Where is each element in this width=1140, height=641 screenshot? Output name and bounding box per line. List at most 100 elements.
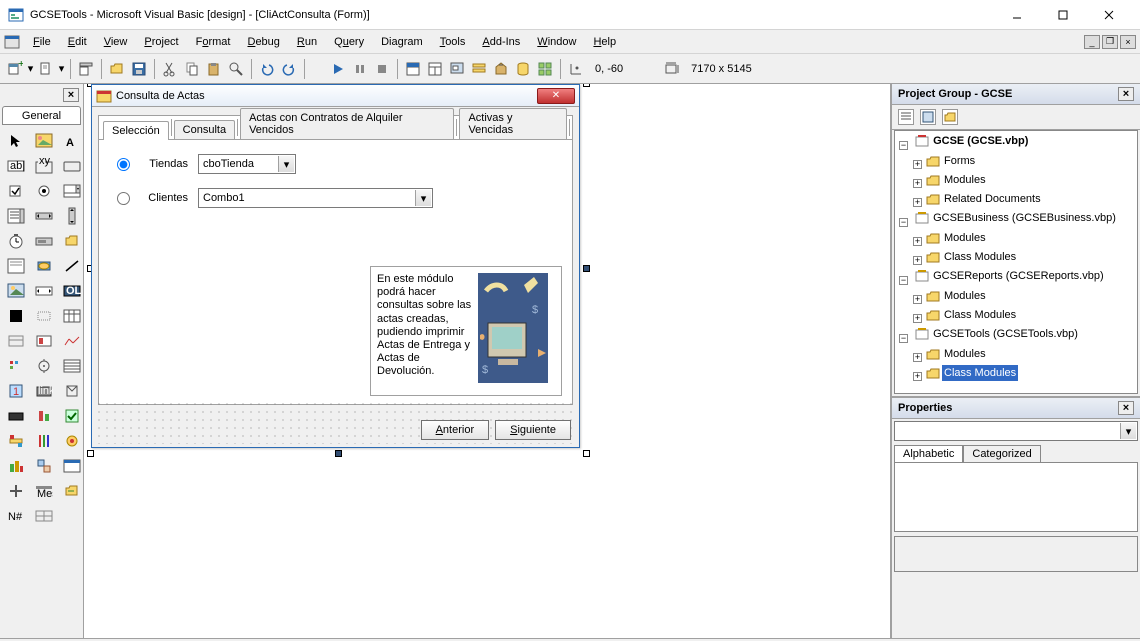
tab-alphabetic[interactable]: Alphabetic: [894, 445, 963, 462]
project-tree[interactable]: − GCSE (GCSE.vbp) +Forms +Modules +Relat…: [894, 130, 1138, 394]
form-designer[interactable]: Consulta de Actas ✕ Selección Consulta A…: [84, 84, 890, 638]
add-project-dropdown[interactable]: ▾: [26, 58, 35, 80]
frame-tool[interactable]: xy: [31, 154, 56, 177]
menu-window[interactable]: Window: [529, 34, 584, 50]
project-node-gcsetools[interactable]: GCSETools (GCSETools.vbp): [913, 326, 1082, 342]
shape-tool[interactable]: [31, 254, 56, 277]
menu-tools[interactable]: Tools: [432, 34, 474, 50]
dirlistbox-tool[interactable]: [59, 229, 84, 252]
view-object-button[interactable]: [920, 109, 936, 125]
data-tool[interactable]: [31, 279, 56, 302]
custom-tool-24[interactable]: [59, 479, 84, 502]
chevron-down-icon[interactable]: ▾: [1120, 423, 1136, 439]
tree-toggle[interactable]: +: [913, 179, 922, 188]
minimize-button[interactable]: [994, 0, 1040, 30]
cut-button[interactable]: [159, 58, 181, 80]
find-button[interactable]: [225, 58, 247, 80]
combobox-tool[interactable]: [59, 179, 84, 202]
custom-tool-8[interactable]: [31, 354, 56, 377]
image-tool[interactable]: [3, 279, 28, 302]
tree-toggle[interactable]: +: [913, 353, 922, 362]
properties-grid[interactable]: [894, 462, 1138, 532]
folder-modules[interactable]: Modules: [924, 346, 990, 362]
custom-tool-22[interactable]: [3, 479, 28, 502]
save-button[interactable]: [128, 58, 150, 80]
properties-object-selector[interactable]: ▾: [894, 421, 1138, 441]
custom-tool-25[interactable]: N#: [3, 504, 28, 527]
tab-consulta[interactable]: Consulta: [174, 120, 235, 139]
ole-tool[interactable]: OLE: [59, 279, 84, 302]
custom-tool-19[interactable]: [3, 454, 28, 477]
tree-toggle[interactable]: −: [899, 218, 908, 227]
mdi-close[interactable]: ×: [1120, 35, 1136, 49]
custom-tool-7[interactable]: [3, 354, 28, 377]
add-item-dropdown[interactable]: ▾: [57, 58, 66, 80]
commandbutton-tool[interactable]: [59, 154, 84, 177]
combo-cliente[interactable]: Combo1 ▾: [198, 188, 433, 208]
textbox-tool[interactable]: ab|: [3, 154, 28, 177]
drivelistbox-tool[interactable]: [31, 229, 56, 252]
toggle-folders-button[interactable]: [942, 109, 958, 125]
toolbox-button[interactable]: [490, 58, 512, 80]
menu-diagram[interactable]: Diagram: [373, 34, 431, 50]
folder-modules[interactable]: Modules: [924, 288, 990, 304]
tree-toggle[interactable]: −: [899, 334, 908, 343]
folder-modules[interactable]: Modules: [924, 172, 990, 188]
toolbox-close-button[interactable]: ×: [63, 88, 79, 102]
custom-tool-2[interactable]: [31, 304, 56, 327]
form-close-button[interactable]: ✕: [537, 88, 575, 104]
form-layout-button[interactable]: [446, 58, 468, 80]
custom-tool-3[interactable]: [59, 304, 84, 327]
radio-clientes[interactable]: [117, 192, 130, 205]
radio-tiendas[interactable]: [117, 158, 130, 171]
chevron-down-icon[interactable]: ▾: [278, 156, 294, 172]
menu-help[interactable]: Help: [585, 34, 624, 50]
vscrollbar-tool[interactable]: [59, 204, 84, 227]
tree-toggle[interactable]: +: [913, 256, 922, 265]
folder-modules[interactable]: Modules: [924, 230, 990, 246]
project-node-gcsebusiness[interactable]: GCSEBusiness (GCSEBusiness.vbp): [913, 210, 1120, 226]
form-titlebar[interactable]: Consulta de Actas ✕: [92, 85, 579, 107]
hscrollbar-tool[interactable]: [31, 204, 56, 227]
line-tool[interactable]: [59, 254, 84, 277]
view-code-button[interactable]: [898, 109, 914, 125]
menu-editor-button[interactable]: [75, 58, 97, 80]
tab-activas-vencidas[interactable]: Activas y Vencidas: [459, 108, 567, 139]
object-browser-button[interactable]: [468, 58, 490, 80]
menu-file[interactable]: File: [25, 34, 59, 50]
custom-tool-12[interactable]: [59, 379, 84, 402]
folder-related-docs[interactable]: Related Documents: [924, 191, 1045, 207]
properties-window-button[interactable]: [424, 58, 446, 80]
menu-project[interactable]: Project: [136, 34, 186, 50]
custom-tool-23[interactable]: Mes: [31, 479, 56, 502]
redo-button[interactable]: [278, 58, 300, 80]
label-tool[interactable]: A: [59, 129, 84, 152]
custom-tool-11[interactable]: link: [31, 379, 56, 402]
custom-tool-21[interactable]: [59, 454, 84, 477]
custom-tool-17[interactable]: [31, 429, 56, 452]
listbox-tool[interactable]: [3, 204, 28, 227]
tree-toggle[interactable]: +: [913, 372, 922, 381]
custom-tool-20[interactable]: [31, 454, 56, 477]
folder-class-modules-selected[interactable]: Class Modules: [924, 365, 1020, 381]
mdi-restore[interactable]: ❐: [1102, 35, 1118, 49]
close-button[interactable]: [1086, 0, 1132, 30]
timer-tool[interactable]: [3, 229, 28, 252]
anterior-button[interactable]: Anterior: [421, 420, 490, 440]
custom-tool-4[interactable]: [3, 329, 28, 352]
tree-toggle[interactable]: +: [913, 237, 922, 246]
paste-button[interactable]: [203, 58, 225, 80]
custom-tool-1[interactable]: [3, 304, 28, 327]
pointer-tool[interactable]: [3, 129, 28, 152]
tree-toggle[interactable]: −: [899, 141, 908, 150]
tree-toggle[interactable]: +: [913, 160, 922, 169]
start-button[interactable]: [327, 58, 349, 80]
siguiente-button[interactable]: Siguiente: [495, 420, 571, 440]
open-button[interactable]: [106, 58, 128, 80]
tabstrip-control[interactable]: Selección Consulta Actas con Contratos d…: [98, 115, 573, 405]
custom-tool-26[interactable]: [31, 504, 56, 527]
chevron-down-icon[interactable]: ▾: [415, 190, 431, 206]
project-explorer-button[interactable]: [402, 58, 424, 80]
menu-debug[interactable]: Debug: [239, 34, 287, 50]
copy-button[interactable]: [181, 58, 203, 80]
